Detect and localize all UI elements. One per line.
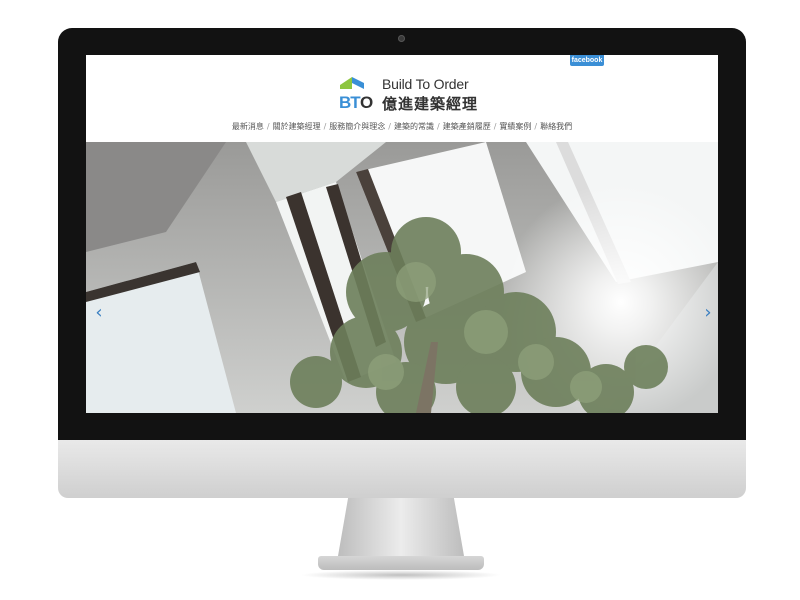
nav-separator: / bbox=[493, 122, 497, 131]
site-logo[interactable]: BT O Build To Order 億進建築經理 bbox=[338, 75, 477, 113]
nav-separator: / bbox=[388, 122, 391, 131]
logo-english-text: Build To Order bbox=[382, 76, 469, 92]
main-navigation: 最新消息 / 關於建築經理 / 服務簡介與理念 / 建築的常識 / 建築產銷履歷 / 實績案例 / 聯絡… bbox=[86, 121, 718, 135]
chevron-right-icon: › bbox=[704, 302, 712, 323]
hero-slider[interactable]: ‹ › bbox=[86, 142, 718, 413]
nav-separator: / bbox=[437, 122, 440, 131]
monitor-chin bbox=[58, 440, 746, 498]
chevron-left-icon: ‹ bbox=[95, 302, 103, 323]
camera-icon bbox=[398, 35, 405, 42]
nav-separator: / bbox=[534, 122, 538, 131]
svg-text:O: O bbox=[360, 93, 373, 111]
monitor-foot bbox=[318, 556, 484, 570]
facebook-link[interactable]: facebook bbox=[570, 55, 604, 66]
nav-item-cases[interactable]: 實績案例 bbox=[499, 122, 531, 131]
monitor-stand bbox=[338, 498, 464, 556]
nav-separator: / bbox=[323, 122, 327, 131]
monitor-shadow bbox=[300, 570, 502, 580]
website-screen: facebook BT O Build To Order 億進建築經理 最新消息… bbox=[86, 55, 718, 413]
nav-item-about[interactable]: 關於建築經理 bbox=[273, 122, 321, 131]
svg-text:BT: BT bbox=[339, 93, 361, 111]
slider-dots bbox=[705, 404, 709, 413]
nav-item-history[interactable]: 建築產銷履歷 bbox=[443, 122, 491, 131]
slider-prev-button[interactable]: ‹ bbox=[92, 302, 106, 324]
hero-image bbox=[86, 142, 718, 413]
nav-item-news[interactable]: 最新消息 bbox=[232, 122, 264, 131]
nav-separator: / bbox=[266, 122, 270, 131]
nav-item-contact[interactable]: 聯絡我們 bbox=[540, 122, 572, 131]
slider-next-button[interactable]: › bbox=[701, 302, 715, 324]
bto-logo-icon: BT O bbox=[339, 77, 373, 111]
nav-item-knowledge[interactable]: 建築的常識 bbox=[394, 122, 434, 131]
logo-chinese-text: 億進建築經理 bbox=[382, 95, 479, 113]
nav-item-services[interactable]: 服務簡介與理念 bbox=[329, 122, 385, 131]
